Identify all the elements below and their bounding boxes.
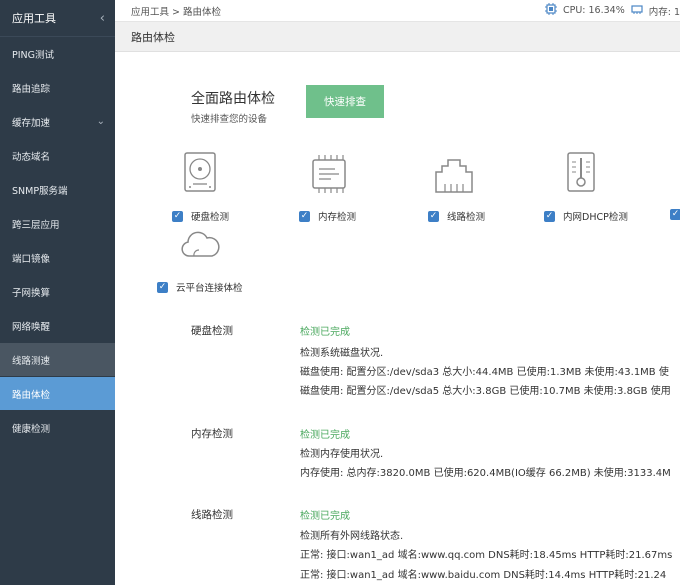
result-line: 检测所有外网线路状态. bbox=[300, 531, 404, 542]
page-title-bar: 路由体检 bbox=[115, 22, 680, 52]
result-status-memory: 检测已完成 bbox=[300, 430, 350, 441]
memory-chip-icon bbox=[312, 155, 346, 193]
sidebar-item-speedtest[interactable]: 线路测速 bbox=[0, 343, 115, 376]
cpu-usage: CPU: 16.34% bbox=[562, 5, 625, 16]
sidebar-item-traceroute[interactable]: 路由追踪 bbox=[0, 71, 115, 104]
hard-disk-check[interactable]: ✓ 硬盘检测 bbox=[172, 209, 229, 223]
result-line: 正常: 接口:wan1_ad 域名:www.baidu.com DNS耗时:14… bbox=[300, 570, 667, 581]
sidebar: 应用工具 ‹ PING测试 路由追踪 缓存加速 ⌄ 动态域名 SNMP服务端 跨三… bbox=[0, 0, 115, 585]
memory-icon bbox=[631, 3, 643, 18]
result-line: 磁盘使用: 配置分区:/dev/sda5 总大小:3.8GB 已使用:10.7M… bbox=[300, 386, 671, 397]
result-line: 正常: 接口:wan1_ad 域名:www.qq.com DNS耗时:18.45… bbox=[300, 550, 673, 561]
result-line: 检测内存使用状况. bbox=[300, 449, 384, 460]
result-label-memory: 内存检测 bbox=[191, 428, 233, 440]
result-label-disk: 硬盘检测 bbox=[191, 325, 233, 337]
cloud-icon bbox=[181, 231, 220, 257]
chevron-down-icon: ⌄ bbox=[96, 116, 105, 127]
memory-usage: 内存: 1 bbox=[648, 6, 680, 18]
check-label: 线路检测 bbox=[447, 212, 486, 223]
checkbox-checked-icon[interactable]: ✓ bbox=[157, 281, 168, 293]
sidebar-item-label: 网络唤醒 bbox=[12, 321, 51, 333]
sidebar-item-snmp[interactable]: SNMP服务端 bbox=[0, 173, 115, 206]
sidebar-item-label: 缓存加速 bbox=[12, 117, 51, 129]
result-line: 内存使用: 总内存:3820.0MB 已使用:620.4MB(IO缓存 66.2… bbox=[300, 468, 671, 479]
page-title: 路由体检 bbox=[131, 30, 175, 44]
sidebar-item-label: 路由追踪 bbox=[12, 83, 51, 95]
memory-check[interactable]: ✓ 内存检测 bbox=[299, 209, 356, 223]
network-port-icon bbox=[435, 159, 473, 193]
checkbox-checked-icon[interactable]: ✓ bbox=[670, 209, 680, 220]
checkbox-checked-icon[interactable]: ✓ bbox=[544, 210, 555, 222]
quick-check-button[interactable]: 快速排查 bbox=[306, 85, 384, 118]
line-check[interactable]: ✓ 线路检测 bbox=[428, 209, 485, 223]
hero-title: 全面路由体检 bbox=[191, 91, 275, 107]
sidebar-item-label: 动态域名 bbox=[12, 151, 51, 163]
dhcp-thermometer-icon bbox=[567, 152, 595, 192]
sidebar-item-health[interactable]: 健康检测 bbox=[0, 411, 115, 444]
checkbox-checked-icon[interactable]: ✓ bbox=[428, 210, 439, 222]
main-content: 全面路由体检 快速排查您的设备 快速排查 ✓ 硬盘检测 ✓ 内存检测 ✓ 线路检… bbox=[115, 52, 680, 585]
hero-subtitle: 快速排查您的设备 bbox=[191, 114, 268, 125]
check-label: 内存检测 bbox=[318, 212, 357, 223]
sidebar-item-label: 子网换算 bbox=[12, 287, 51, 299]
sidebar-item-subnet[interactable]: 子网换算 bbox=[0, 275, 115, 308]
cloud-check[interactable]: ✓ 云平台连接体检 bbox=[157, 280, 243, 294]
result-label-line: 线路检测 bbox=[191, 509, 233, 521]
sidebar-item-port-mirror[interactable]: 端口镜像 bbox=[0, 241, 115, 274]
system-status: CPU: 16.34% 内存: 1 bbox=[544, 3, 680, 18]
sidebar-header[interactable]: 应用工具 ‹ bbox=[0, 0, 115, 37]
sidebar-item-cache[interactable]: 缓存加速 ⌄ bbox=[0, 105, 115, 138]
sidebar-title: 应用工具 bbox=[12, 12, 56, 25]
sidebar-item-ping[interactable]: PING测试 bbox=[0, 37, 115, 70]
checkbox-checked-icon[interactable]: ✓ bbox=[172, 210, 183, 222]
result-line: 检测系统磁盘状况. bbox=[300, 348, 384, 359]
result-line: 磁盘使用: 配置分区:/dev/sda3 总大小:44.4MB 已使用:1.3M… bbox=[300, 367, 669, 378]
sidebar-item-label: 线路测速 bbox=[12, 355, 51, 367]
dhcp-check[interactable]: ✓ 内网DHCP检测 bbox=[544, 209, 628, 223]
sidebar-item-wol[interactable]: 网络唤醒 bbox=[0, 309, 115, 342]
check-label: 硬盘检测 bbox=[191, 212, 230, 223]
sidebar-item-label: 路由体检 bbox=[12, 389, 51, 401]
result-status-line: 检测已完成 bbox=[300, 511, 350, 522]
check-label: 内网DHCP检测 bbox=[563, 212, 628, 223]
checkbox-checked-icon[interactable]: ✓ bbox=[299, 210, 310, 222]
sidebar-item-label: 跨三层应用 bbox=[12, 219, 60, 231]
extra-check[interactable]: ✓ bbox=[670, 209, 680, 220]
sidebar-item-route-check[interactable]: 路由体检 bbox=[0, 377, 115, 410]
sidebar-item-label: PING测试 bbox=[12, 49, 54, 61]
breadcrumb: 应用工具 > 路由体检 bbox=[131, 6, 221, 18]
sidebar-item-label: SNMP服务端 bbox=[12, 185, 68, 197]
sidebar-item-ddns[interactable]: 动态域名 bbox=[0, 139, 115, 172]
result-status-disk: 检测已完成 bbox=[300, 327, 350, 338]
cpu-icon bbox=[544, 3, 557, 18]
chevron-left-icon[interactable]: ‹ bbox=[100, 11, 105, 26]
sidebar-item-label: 端口镜像 bbox=[12, 253, 51, 265]
sidebar-item-l3-app[interactable]: 跨三层应用 bbox=[0, 207, 115, 240]
hard-disk-icon bbox=[184, 152, 216, 192]
check-label: 云平台连接体检 bbox=[176, 283, 243, 294]
sidebar-item-label: 健康检测 bbox=[12, 423, 51, 435]
top-bar: 应用工具 > 路由体检 CPU: 16.34% 内存: 1 bbox=[115, 0, 680, 22]
